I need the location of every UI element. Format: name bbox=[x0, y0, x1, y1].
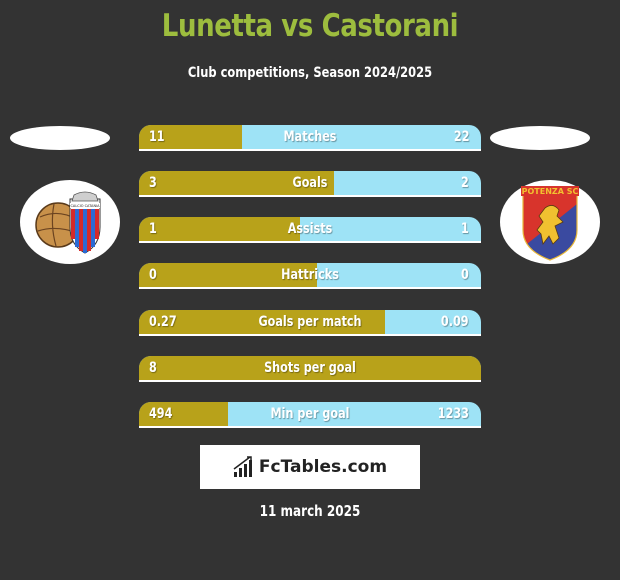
stat-row-matches: 11 Matches 22 bbox=[139, 125, 481, 151]
stat-row-goals-per-match: 0.27 Goals per match 0.09 bbox=[139, 310, 481, 336]
left-value: 0 bbox=[149, 267, 157, 283]
stat-label: Matches bbox=[283, 129, 337, 145]
left-player-placeholder bbox=[10, 126, 110, 150]
right-player-placeholder bbox=[490, 126, 590, 150]
left-club-logo[interactable]: CALCIO CATANIA bbox=[20, 180, 120, 264]
stat-row-shots-per-goal: 8 Shots per goal bbox=[139, 356, 481, 382]
stat-row-min-per-goal: 494 Min per goal 1233 bbox=[139, 402, 481, 428]
match-date: 11 march 2025 bbox=[259, 502, 361, 520]
svg-text:CALCIO CATANIA: CALCIO CATANIA bbox=[70, 204, 100, 208]
stat-label: Assists bbox=[287, 221, 333, 237]
stat-label: Shots per goal bbox=[264, 360, 356, 376]
fctables-brand-banner[interactable]: FcTables.com bbox=[200, 445, 420, 489]
potenza-crest-icon: POTENZA SC bbox=[521, 186, 579, 261]
left-value: 3 bbox=[149, 175, 157, 191]
left-value: 11 bbox=[149, 129, 165, 145]
stat-row-goals: 3 Goals 2 bbox=[139, 171, 481, 197]
stat-label: Hattricks bbox=[281, 267, 339, 283]
stat-label: Min per goal bbox=[270, 406, 350, 422]
left-value: 8 bbox=[149, 360, 157, 376]
left-value: 494 bbox=[149, 406, 173, 422]
right-value: 0.09 bbox=[441, 314, 469, 330]
catania-crest-icon: CALCIO CATANIA bbox=[35, 191, 101, 254]
stat-label: Goals per match bbox=[258, 314, 362, 330]
bar-chart-icon bbox=[233, 456, 252, 477]
crest-text: POTENZA SC bbox=[522, 187, 579, 196]
right-club-logo[interactable]: POTENZA SC bbox=[500, 180, 600, 264]
page-title: Lunetta vs Castorani bbox=[161, 8, 459, 44]
right-value: 1233 bbox=[437, 406, 469, 422]
right-value: 2 bbox=[461, 175, 469, 191]
left-value: 1 bbox=[149, 221, 157, 237]
stat-row-hattricks: 0 Hattricks 0 bbox=[139, 263, 481, 289]
brand-name: FcTables.com bbox=[258, 457, 388, 477]
right-value: 1 bbox=[461, 221, 469, 237]
stat-label: Goals bbox=[292, 175, 328, 191]
right-value: 22 bbox=[453, 129, 469, 145]
competition-subtitle: Club competitions, Season 2024/2025 bbox=[187, 65, 433, 81]
stat-row-assists: 1 Assists 1 bbox=[139, 217, 481, 243]
right-value: 0 bbox=[461, 267, 469, 283]
